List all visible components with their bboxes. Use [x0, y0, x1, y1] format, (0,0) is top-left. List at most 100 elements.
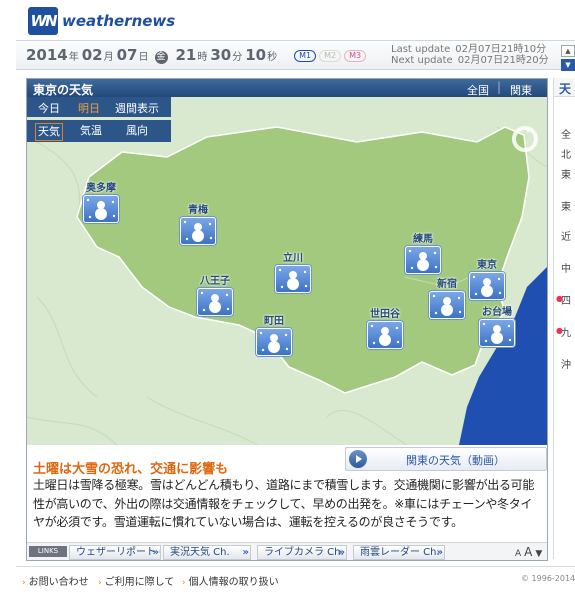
city-marker-tokyo[interactable]: 東京 [467, 256, 507, 300]
right-panel-item[interactable]: 東 [561, 166, 571, 181]
snow-icon [429, 291, 465, 319]
scroll-up-button[interactable]: ▲ [561, 45, 575, 57]
clock-minute: 30 [210, 46, 232, 64]
mode-m3-button[interactable]: M3 [344, 50, 367, 62]
double-chevron-right-icon: » [152, 547, 159, 558]
text-size-large-button[interactable]: A [524, 545, 532, 559]
link-rain-radar-ch[interactable]: 雨雲レーダー Ch.» [353, 545, 445, 560]
clock-second-unit: 秒 [267, 52, 278, 63]
tab-weekly[interactable]: 週間表示 [107, 97, 167, 117]
panel-header: 東京の天気 全国 | 関東 [27, 79, 547, 97]
clock-day: 07 [116, 46, 138, 64]
snow-icon [469, 272, 505, 300]
snow-icon [180, 217, 216, 245]
clock-day-unit: 日 [138, 52, 149, 63]
footer-link-privacy[interactable]: › 個人情報の取り扱い [182, 573, 279, 588]
scope-separator: | [497, 80, 502, 94]
link-label: 実況天気 Ch. [170, 547, 230, 558]
text-size-small-button[interactable]: A [515, 549, 521, 559]
right-panel-header: 天 [554, 78, 575, 97]
type-tabs: 天気 気温 風向 [27, 120, 171, 142]
double-chevron-right-icon: » [338, 547, 345, 558]
right-panel-item[interactable]: 北 [561, 146, 571, 161]
double-chevron-right-icon: » [436, 547, 443, 558]
link-live-weather-ch[interactable]: 実況天気 Ch. » [163, 545, 251, 560]
logo-bar: WN weathernews [0, 0, 575, 40]
footer-link-label: お問い合わせ [28, 577, 89, 588]
links-bar: LINKS ウェザーリポート Ch.» 実況天気 Ch. » ライブカメラ Ch.… [27, 542, 547, 560]
snow-icon [479, 319, 515, 347]
clock-year: 2014 [26, 46, 68, 64]
bullet-icon: ● [556, 326, 563, 335]
clock-month: 02 [81, 46, 103, 64]
snow-icon [275, 265, 311, 293]
right-panel-item[interactable]: 中 [561, 260, 571, 275]
weathernews-logo-icon[interactable]: WN [28, 7, 58, 35]
current-time: 2014年 02月 07日金 21時 30分 10秒 M1 M2 M3 [26, 46, 369, 64]
scroll-down-arrow-icon[interactable]: ▼ [535, 549, 542, 559]
tab-weather[interactable]: 天気 [35, 123, 63, 141]
city-name: お台場 [482, 307, 512, 318]
forecast-headline: 土曜は大雪の恐れ、交通に影響も [33, 462, 229, 477]
mode-m2-button[interactable]: M2 [319, 50, 342, 62]
city-name: 新宿 [437, 279, 457, 290]
mode-m1-button[interactable]: M1 [294, 50, 317, 62]
refresh-icon[interactable] [511, 125, 539, 153]
weekday-badge: 金 [154, 51, 168, 64]
tab-today[interactable]: 今日 [27, 97, 71, 117]
right-panel-item[interactable]: 東 [561, 198, 571, 213]
weathernews-logo-text[interactable]: weathernews [62, 12, 175, 30]
last-update-label: Last update [391, 44, 451, 55]
city-name: 青梅 [188, 205, 208, 216]
city-marker-nerima[interactable]: 練馬 [403, 230, 443, 274]
clock-hour: 21 [175, 46, 197, 64]
last-update-value: 02月07日21時10分 [455, 44, 547, 55]
link-label: ライブカメラ Ch. [264, 547, 344, 558]
city-marker-hachioji[interactable]: 八王子 [195, 272, 235, 316]
clock-second: 10 [245, 46, 267, 64]
scroll-down-button[interactable]: ▼ [561, 59, 575, 71]
kanto-weather-video-button[interactable]: 関東の天気（動画） [345, 447, 547, 471]
city-name: 立川 [283, 253, 303, 264]
bullet-icon: ● [556, 294, 563, 303]
footer: › お問い合わせ › ご利用に際して › 個人情報の取り扱い © 1996-2014 [16, 566, 575, 588]
footer-link-label: ご利用に際して [104, 577, 175, 588]
clock-month-unit: 月 [103, 52, 114, 63]
double-chevron-right-icon: » [242, 547, 249, 558]
city-marker-ome[interactable]: 青梅 [178, 201, 218, 245]
link-label: 雨雲レーダー Ch. [360, 547, 440, 558]
tab-tomorrow[interactable]: 明日 [71, 97, 107, 117]
right-panel-item[interactable]: 近 [561, 228, 571, 243]
link-live-camera-ch[interactable]: ライブカメラ Ch.» [257, 545, 347, 560]
city-marker-tachikawa[interactable]: 立川 [273, 249, 313, 293]
snow-icon [405, 246, 441, 274]
snow-icon [367, 321, 403, 349]
city-marker-okutama[interactable]: 奥多摩 [81, 179, 121, 223]
city-marker-odaiba[interactable]: お台場 [477, 303, 517, 347]
right-panel-item[interactable]: 全 [561, 126, 571, 141]
links-tag: LINKS [29, 546, 67, 557]
city-marker-shinjuku[interactable]: 新宿 [427, 275, 467, 319]
link-weather-report-ch[interactable]: ウェザーリポート Ch.» [69, 545, 161, 560]
city-name: 世田谷 [370, 309, 400, 320]
footer-link-contact[interactable]: › お問い合わせ [22, 573, 89, 588]
tab-wind-direction[interactable]: 風向 [119, 123, 155, 139]
right-panel-item[interactable]: 沖 [561, 356, 571, 371]
snow-icon [83, 195, 119, 223]
tab-temperature[interactable]: 気温 [63, 123, 119, 139]
city-name: 東京 [477, 260, 497, 271]
right-panel-title: 天 [559, 82, 572, 96]
snow-icon [197, 288, 233, 316]
copyright: © 1996-2014 [521, 574, 575, 583]
footer-link-terms[interactable]: › ご利用に際して [98, 573, 174, 588]
scope-kanto-link[interactable]: 関東 [510, 82, 532, 98]
city-marker-setagaya[interactable]: 世田谷 [365, 305, 405, 349]
panel-title: 東京の天気 [33, 83, 94, 97]
city-name: 町田 [264, 316, 284, 327]
next-update-label: Next update [391, 55, 453, 66]
city-marker-machida[interactable]: 町田 [254, 312, 294, 356]
footer-link-label: 個人情報の取り扱い [188, 577, 279, 588]
clock-year-unit: 年 [68, 52, 79, 63]
scope-all-link[interactable]: 全国 [467, 82, 489, 98]
tokyo-weather-panel: 東京の天気 全国 | 関東 今日 明日 週間表示 天気 気温 風向 奥多摩 青梅… [26, 78, 548, 561]
